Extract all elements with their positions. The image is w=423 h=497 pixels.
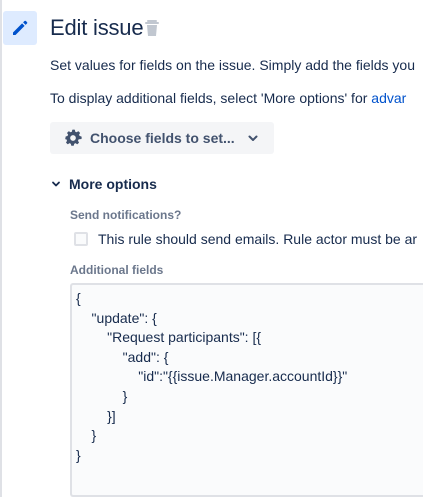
left-rail — [0, 0, 2, 497]
choose-fields-button[interactable]: Choose fields to set... — [50, 122, 274, 154]
description-line-1: Set values for fields on the issue. Simp… — [50, 57, 415, 73]
description-line-2: To display additional fields, select 'Mo… — [50, 88, 406, 108]
send-emails-checkbox-label[interactable]: This rule should send emails. Rule actor… — [98, 229, 417, 249]
advanced-link[interactable]: advar — [371, 90, 406, 106]
send-notifications-label: Send notifications? — [70, 208, 182, 222]
trash-icon[interactable] — [144, 19, 160, 37]
pencil-icon — [3, 11, 37, 45]
chevron-down-icon — [248, 135, 258, 141]
more-options-toggle[interactable]: More options — [50, 173, 157, 195]
additional-fields-json[interactable]: { "update": { "Request participants": [{… — [76, 289, 347, 465]
more-options-label: More options — [69, 176, 157, 192]
choose-fields-label: Choose fields to set... — [90, 130, 235, 146]
description-line-2-text: To display additional fields, select 'Mo… — [50, 90, 372, 106]
page-title: Edit issue — [50, 15, 144, 40]
gear-icon — [64, 129, 82, 146]
additional-fields-label: Additional fields — [70, 263, 164, 277]
send-emails-checkbox[interactable] — [74, 232, 88, 246]
pencil-icon-glyph — [13, 20, 28, 35]
chevron-down-icon — [52, 181, 60, 187]
